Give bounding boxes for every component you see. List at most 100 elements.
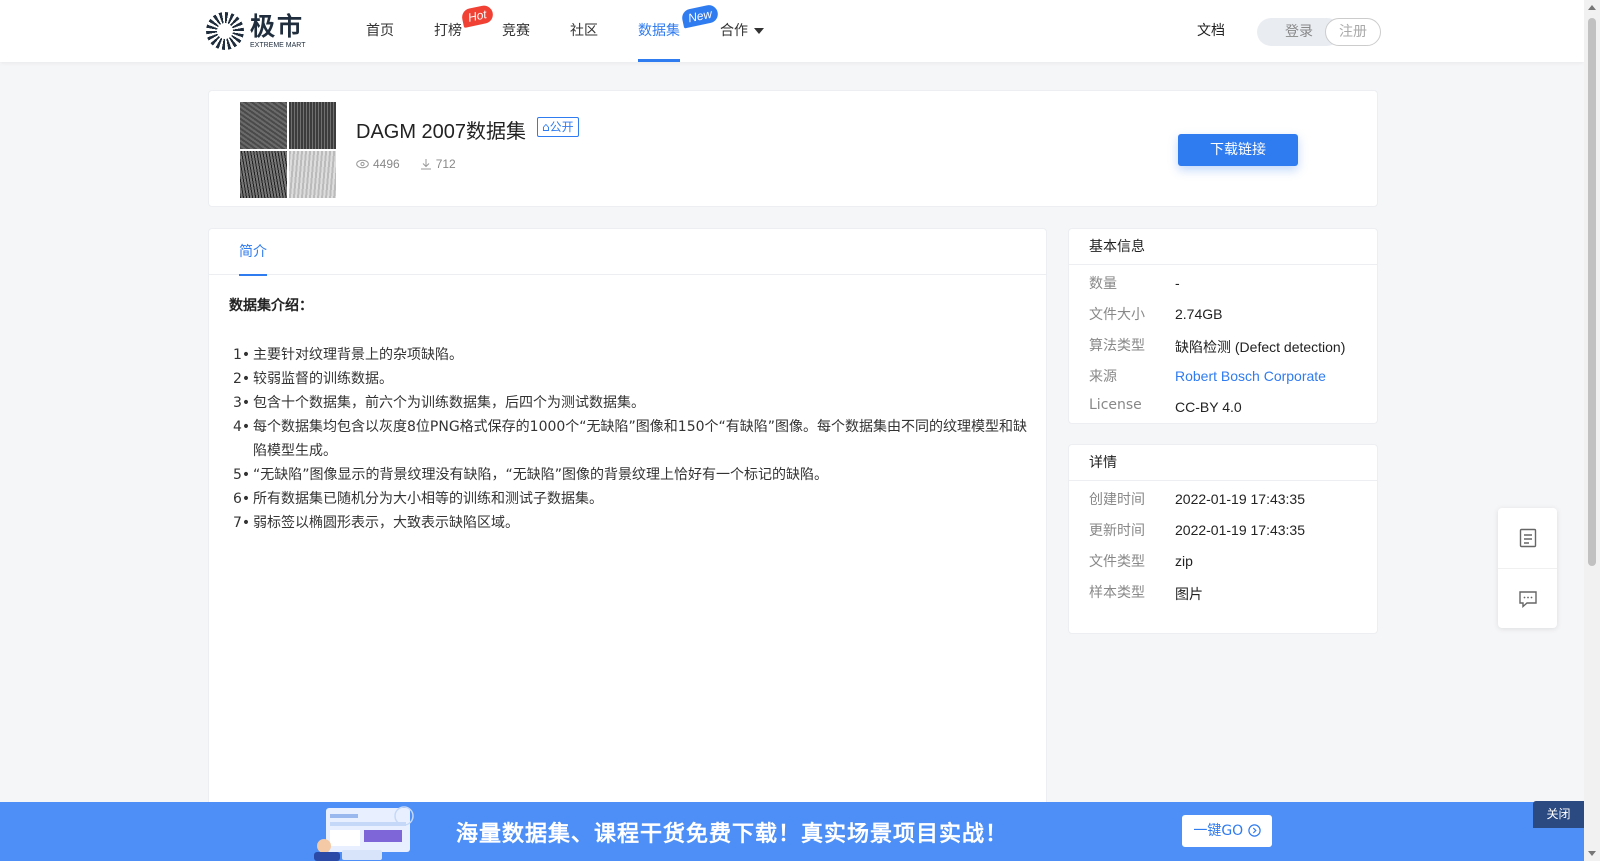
info-row-count: 数量 -: [1069, 269, 1377, 300]
nav-label: 竞赛: [502, 23, 530, 39]
info-row-algorithm-type: 算法类型 缺陷检测 (Defect detection): [1069, 331, 1377, 362]
chevron-down-icon: [754, 28, 764, 34]
details-title: 详情: [1069, 445, 1377, 481]
row-value: zip: [1175, 553, 1193, 569]
feedback-tool-button[interactable]: [1498, 568, 1557, 628]
row-value: 2022-01-19 17:43:35: [1175, 522, 1305, 538]
detail-row-updated: 更新时间 2022-01-19 17:43:35: [1069, 516, 1377, 547]
banner-illustration: [314, 806, 414, 861]
one-click-go-button[interactable]: 一键GO: [1182, 815, 1272, 847]
list-text: 所有数据集已随机分为大小相等的训练和测试子数据集。: [253, 491, 603, 507]
texture-sample-image: [240, 102, 287, 149]
public-tag-label: 公开: [549, 120, 574, 134]
page-scrollbar[interactable]: [1584, 0, 1600, 861]
row-value: 2022-01-19 17:43:35: [1175, 491, 1305, 507]
intro-panel: 简介 数据集介绍： 1• 主要针对纹理背景上的杂项缺陷。 2• 较弱监督的训练数据。…: [208, 228, 1047, 861]
tab-intro[interactable]: 简介: [239, 229, 267, 276]
row-value: -: [1175, 275, 1180, 291]
nav-item-competition[interactable]: 竞赛: [502, 0, 530, 62]
nav-label: 打榜: [434, 23, 462, 39]
info-row-license: License CC-BY 4.0: [1069, 393, 1377, 424]
list-number: 2•: [233, 371, 251, 387]
main-nav: 首页 打榜 Hot 竞赛 社区 数据集 New 合作: [366, 0, 804, 62]
content-tabs: 简介: [209, 229, 1046, 276]
nav-item-community[interactable]: 社区: [570, 0, 598, 62]
downloads-count: 712: [435, 157, 456, 171]
arrow-right-circle-icon: [1247, 824, 1261, 837]
list-item: 5• “无缺陷”图像显示的背景纹理没有缺陷，“无缺陷”图像的背景纹理上恰好有一个标…: [233, 463, 1033, 487]
list-number: 3•: [233, 395, 251, 411]
downloads-stat: 712: [420, 157, 456, 171]
nav-label: 数据集: [638, 23, 680, 39]
document-icon: [1519, 528, 1536, 548]
row-value: 2.74GB: [1175, 306, 1223, 322]
nav-item-leaderboard[interactable]: 打榜 Hot: [434, 0, 495, 62]
list-item: 7• 弱标签以椭圆形表示，大致表示缺陷区域。: [233, 511, 1033, 535]
eye-icon: [356, 159, 369, 169]
row-key: 数量: [1089, 276, 1117, 292]
nav-label: 首页: [366, 23, 394, 39]
scroll-down-icon[interactable]: [1588, 851, 1596, 856]
banner-close-button[interactable]: 关闭: [1533, 801, 1584, 828]
docs-link[interactable]: 文档: [1197, 20, 1225, 40]
source-link[interactable]: Robert Bosch Corporate: [1175, 368, 1326, 384]
chat-icon: [1518, 590, 1537, 608]
detail-row-created: 创建时间 2022-01-19 17:43:35: [1069, 485, 1377, 516]
list-item: 2• 较弱监督的训练数据。: [233, 367, 1033, 391]
row-key: 来源: [1089, 369, 1117, 385]
top-header: 极市 EXTREME MART 首页 打榜 Hot 竞赛 社区 数据集 New 合作…: [0, 0, 1584, 62]
row-value: CC-BY 4.0: [1175, 399, 1242, 415]
logo-icon: [206, 12, 244, 50]
detail-row-file-type: 文件类型 zip: [1069, 547, 1377, 578]
register-button[interactable]: 注册: [1325, 18, 1381, 46]
texture-sample-image: [289, 151, 336, 198]
list-item: 3• 包含十个数据集，前六个为训练数据集，后四个为测试数据集。: [233, 391, 1033, 415]
list-number: 6•: [233, 491, 251, 507]
intro-heading: 数据集介绍：: [229, 298, 313, 314]
details-panel: 详情 创建时间 2022-01-19 17:43:35 更新时间 2022-01-1…: [1068, 444, 1378, 634]
list-item: 6• 所有数据集已随机分为大小相等的训练和测试子数据集。: [233, 487, 1033, 511]
download-link-button[interactable]: 下载链接: [1178, 134, 1298, 166]
row-key: License: [1089, 397, 1142, 413]
row-value: 缺陷检测 (Defect detection): [1175, 339, 1346, 355]
basic-info-title: 基本信息: [1069, 229, 1377, 265]
list-item: 1• 主要针对纹理背景上的杂项缺陷。: [233, 343, 1033, 367]
list-number: 4•: [233, 419, 251, 435]
nav-item-home[interactable]: 首页: [366, 0, 394, 62]
row-key: 文件类型: [1089, 554, 1145, 570]
scrollbar-thumb[interactable]: [1588, 18, 1596, 566]
row-key: 样本类型: [1089, 585, 1145, 601]
list-text: 包含十个数据集，前六个为训练数据集，后四个为测试数据集。: [253, 395, 645, 411]
row-value: 图片: [1175, 586, 1203, 602]
public-tag: ⌂公开: [537, 117, 579, 137]
download-icon: [420, 159, 431, 170]
nav-item-datasets[interactable]: 数据集 New: [638, 0, 720, 62]
basic-info-panel: 基本信息 数量 - 文件大小 2.74GB 算法类型 缺陷检测 (Defect det…: [1068, 228, 1378, 424]
views-stat: 4496: [356, 157, 400, 171]
lock-open-icon: ⌂: [542, 120, 550, 134]
logo-text-cn: 极市: [250, 11, 305, 41]
list-number: 5•: [233, 467, 251, 483]
nav-label: 合作: [720, 23, 748, 39]
detail-row-sample-type: 样本类型 图片: [1069, 578, 1377, 609]
texture-sample-image: [289, 102, 336, 149]
list-text: 弱标签以椭圆形表示，大致表示缺陷区域。: [253, 515, 519, 531]
list-item: 4• 每个数据集均包含以灰度8位PNG格式保存的1000个“无缺陷”图像和150个…: [233, 415, 1033, 463]
promo-banner[interactable]: 海量数据集、课程干货免费下载！真实场景项目实战！ 一键GO: [0, 802, 1584, 861]
list-number: 7•: [233, 515, 251, 531]
list-text: 较弱监督的训练数据。: [253, 371, 393, 387]
texture-sample-image: [240, 151, 287, 198]
hot-badge: Hot: [460, 4, 495, 28]
logo-text-en: EXTREME MART: [250, 41, 306, 49]
site-logo[interactable]: 极市 EXTREME MART: [206, 12, 306, 50]
views-count: 4496: [373, 157, 400, 171]
dataset-stats: 4496 712: [356, 157, 476, 171]
banner-text: 海量数据集、课程干货免费下载！真实场景项目实战！: [456, 822, 1009, 847]
scroll-up-icon[interactable]: [1588, 5, 1596, 10]
dataset-thumbnail: [240, 102, 336, 198]
info-row-source: 来源 Robert Bosch Corporate: [1069, 362, 1377, 393]
document-tool-button[interactable]: [1498, 508, 1557, 568]
nav-item-cooperation[interactable]: 合作: [720, 0, 764, 62]
new-badge: New: [680, 3, 720, 29]
row-key: 创建时间: [1089, 492, 1145, 508]
